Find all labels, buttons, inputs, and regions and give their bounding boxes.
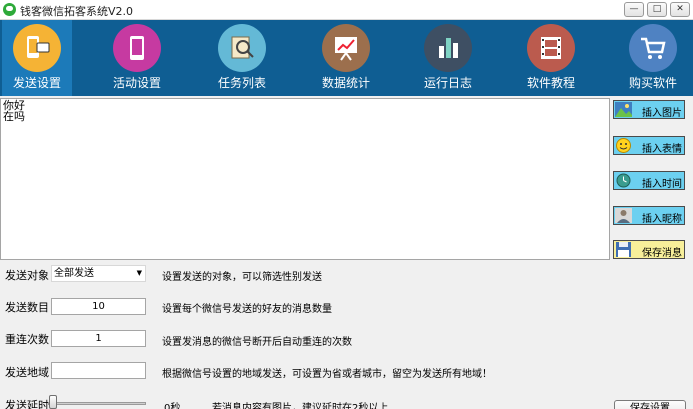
toolbar-label: 运行日志 — [423, 76, 472, 90]
send-target-value: 全部发送 — [54, 268, 94, 279]
toolbar-label: 购买软件 — [628, 76, 677, 90]
app-logo-icon — [3, 3, 16, 16]
toolbar-label: 任务列表 — [217, 76, 266, 90]
phone-send-icon — [13, 24, 61, 72]
send-target-label: 发送对象 — [5, 269, 49, 282]
send-delay-slider-thumb[interactable] — [49, 395, 57, 409]
window-title: 钱客微信拓客系统V2.0 — [20, 5, 134, 18]
shopping-cart-icon — [629, 24, 677, 72]
send-count-hint: 设置每个微信号发送的好友的消息数量 — [162, 304, 332, 315]
send-target-select[interactable]: 全部发送 ▼ — [51, 265, 146, 282]
send-delay-label: 发送延时 — [5, 399, 49, 409]
toolbar-label: 软件教程 — [526, 76, 575, 90]
insert-button-label: 插入图片 — [642, 108, 682, 119]
picture-icon — [615, 102, 632, 117]
insert-button-label: 插入表情 — [642, 144, 682, 155]
maximize-button[interactable]: □ — [647, 2, 667, 17]
film-strip-icon — [527, 24, 575, 72]
avatar-icon — [615, 208, 632, 223]
save-settings-button[interactable]: 保存设置 — [614, 400, 686, 409]
insert-button-label: 插入昵称 — [642, 214, 682, 225]
insert-picture-button[interactable]: 插入图片 — [613, 100, 685, 119]
dropdown-arrow-icon: ▼ — [136, 269, 142, 277]
send-region-hint: 根据微信号设置的地域发送，可设置为省或者城市，留空为发送所有地域！ — [162, 369, 492, 380]
title-bar: 钱客微信拓客系统V2.0 — □ ✕ — [0, 0, 693, 20]
floppy-icon — [616, 242, 631, 257]
retry-count-label: 重连次数 — [5, 333, 49, 346]
insert-nickname-button[interactable]: 插入昵称 — [613, 206, 685, 225]
insert-button-label: 保存消息 — [642, 248, 682, 259]
send-target-hint: 设置发送的对象，可以筛选性别发送 — [162, 272, 322, 283]
minimize-button[interactable]: — — [624, 2, 644, 17]
smiley-icon — [616, 138, 631, 153]
smartphone-icon — [113, 24, 161, 72]
send-delay-slider[interactable] — [48, 402, 146, 405]
toolbar-tutorial[interactable]: 软件教程 — [516, 20, 586, 96]
clock-icon — [616, 173, 631, 188]
close-button[interactable]: ✕ — [670, 2, 690, 17]
send-region-label: 发送地域 — [5, 366, 49, 379]
insert-time-button[interactable]: 插入时间 — [613, 171, 685, 190]
main-toolbar: 发送设置 活动设置 任务列表 数据统计 运行日志 软件教程 购买软件 — [0, 20, 693, 96]
insert-button-label: 插入时间 — [642, 179, 682, 190]
retry-count-hint: 设置发消息的微信号断开后自动重连的次数 — [162, 337, 352, 348]
save-message-button[interactable]: 保存消息 — [613, 240, 685, 259]
toolbar-task-list[interactable]: 任务列表 — [207, 20, 277, 96]
toolbar-buy-software[interactable]: 购买软件 — [618, 20, 688, 96]
send-delay-value: 0秒 — [164, 403, 181, 409]
toolbar-send-settings[interactable]: 发送设置 — [2, 20, 72, 96]
toolbar-data-stats[interactable]: 数据统计 — [311, 20, 381, 96]
send-region-input[interactable] — [51, 362, 146, 379]
retry-count-input[interactable]: 1 — [51, 330, 146, 347]
toolbar-run-log[interactable]: 运行日志 — [413, 20, 483, 96]
bar-chart-icon — [424, 24, 472, 72]
send-delay-hint: 若消息内容有图片，建议延时在2秒以上 — [212, 403, 389, 409]
magnifier-document-icon — [218, 24, 266, 72]
toolbar-label: 数据统计 — [321, 76, 370, 90]
send-count-input[interactable]: 10 — [51, 298, 146, 315]
insert-emoji-button[interactable]: 插入表情 — [613, 136, 685, 155]
toolbar-label: 活动设置 — [112, 76, 161, 90]
toolbar-activity-settings[interactable]: 活动设置 — [102, 20, 172, 96]
presentation-chart-icon — [322, 24, 370, 72]
toolbar-label: 发送设置 — [12, 76, 61, 90]
message-editor[interactable] — [0, 98, 610, 260]
send-count-label: 发送数目 — [5, 301, 49, 314]
